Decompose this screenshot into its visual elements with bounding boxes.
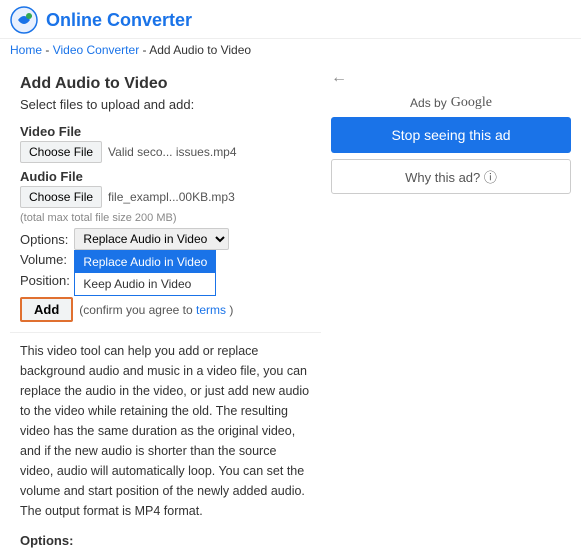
back-arrow[interactable]: ← — [331, 69, 571, 87]
dropdown-item-replace[interactable]: Replace Audio in Video — [75, 251, 215, 273]
confirm-text: (confirm you agree to terms ) — [79, 303, 233, 317]
max-size-note: (total max total file size 200 MB) — [20, 212, 311, 224]
subtitle: Select files to upload and add: — [10, 97, 321, 118]
stop-seeing-ad-button[interactable]: Stop seeing this ad — [331, 117, 571, 153]
volume-label: Volume: — [20, 252, 67, 267]
site-title: Online Converter — [46, 10, 192, 31]
why-this-ad-button[interactable]: Why this ad? ⓘ — [331, 159, 571, 194]
audio-choose-file-button[interactable]: Choose File — [20, 186, 102, 208]
options-dropdown-menu: Replace Audio in Video Keep Audio in Vid… — [74, 250, 216, 296]
ad-label: Ads by Google — [331, 91, 571, 117]
options-dropdown-container: Replace Audio in Video Keep Audio in Vid… — [74, 228, 229, 250]
breadcrumb: Home - Video Converter - Add Audio to Vi… — [0, 39, 581, 61]
site-logo-icon — [10, 6, 38, 34]
ad-label-prefix: Ads by — [410, 96, 447, 110]
ad-label-brand: Google — [451, 95, 492, 111]
video-file-info: Valid seco... issues.mp4 — [108, 145, 237, 159]
breadcrumb-current: Add Audio to Video — [149, 43, 251, 57]
confirm-close: ) — [229, 303, 233, 317]
position-label: Position: — [20, 273, 70, 288]
video-file-row: Choose File Valid seco... issues.mp4 — [20, 141, 311, 163]
site-header: Online Converter — [0, 0, 581, 39]
audio-file-row: Choose File file_exampl...00KB.mp3 — [20, 186, 311, 208]
page-title: Add Audio to Video — [10, 69, 321, 97]
confirm-prefix: (confirm you agree to — [79, 303, 192, 317]
video-choose-file-button[interactable]: Choose File — [20, 141, 102, 163]
options-heading: Options: — [10, 529, 321, 548]
video-file-label: Video File — [20, 124, 311, 139]
options-label: Options: — [20, 232, 68, 247]
main-layout: Add Audio to Video Select files to uploa… — [0, 61, 581, 556]
breadcrumb-sep1: - — [42, 43, 53, 57]
audio-file-info: file_exampl...00KB.mp3 — [108, 190, 235, 204]
add-row: Add (confirm you agree to terms ) — [20, 297, 311, 322]
breadcrumb-sep2: - — [139, 43, 149, 57]
description: This video tool can help you add or repl… — [10, 332, 321, 529]
form-section: Video File Choose File Valid seco... iss… — [10, 124, 321, 322]
audio-file-label: Audio File — [20, 169, 311, 184]
breadcrumb-home[interactable]: Home — [10, 43, 42, 57]
options-select[interactable]: Replace Audio in Video Keep Audio in Vid… — [74, 228, 229, 250]
ad-panel: ← Ads by Google Stop seeing this ad Why … — [331, 69, 571, 548]
terms-link[interactable]: terms — [196, 303, 226, 317]
add-button[interactable]: Add — [20, 297, 73, 322]
main-content: Add Audio to Video Select files to uploa… — [10, 69, 321, 548]
dropdown-item-keep[interactable]: Keep Audio in Video — [75, 273, 215, 295]
options-row: Options: Replace Audio in Video Keep Aud… — [20, 228, 311, 250]
breadcrumb-video-converter[interactable]: Video Converter — [53, 43, 140, 57]
